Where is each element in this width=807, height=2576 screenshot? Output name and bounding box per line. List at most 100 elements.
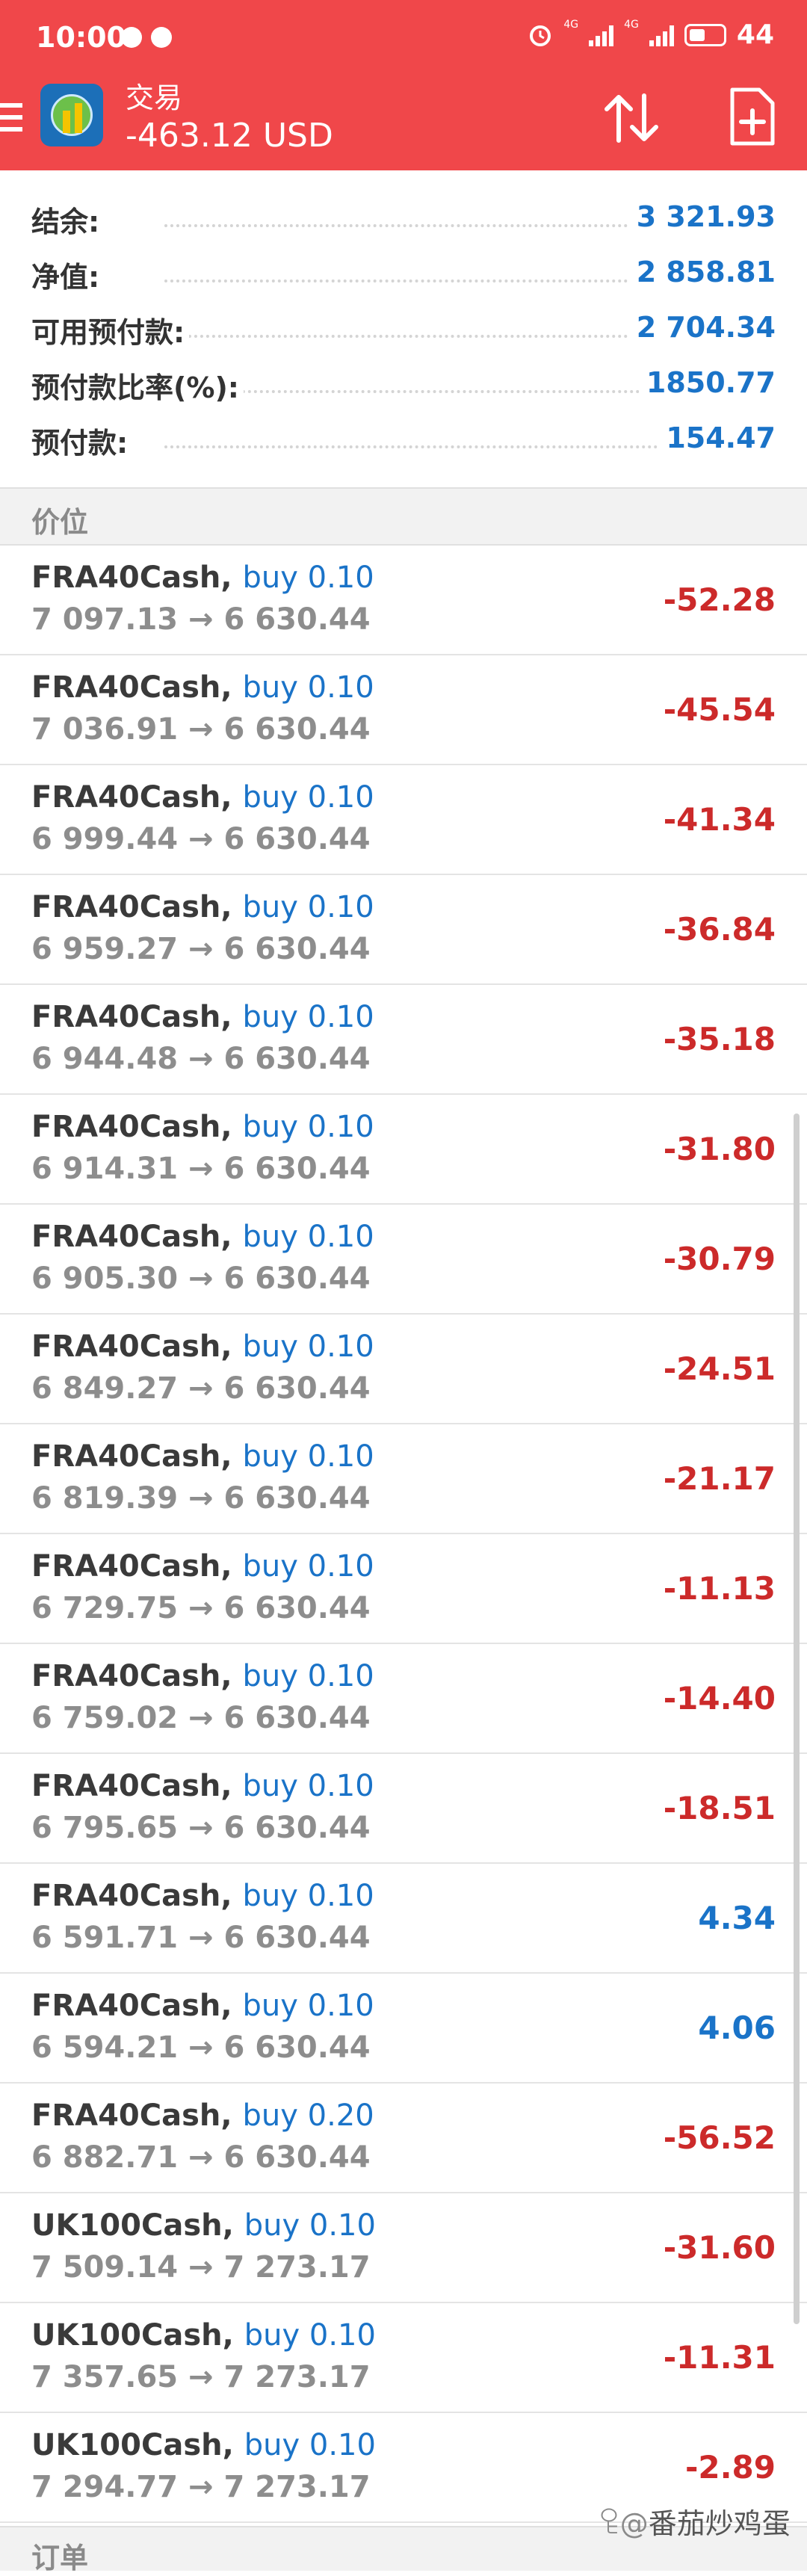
position-symbol: UK100Cash	[31, 2208, 223, 2243]
summary-label: 净值:	[31, 254, 105, 295]
summary-row-margin-level: 预付款比率(%): 1850.77	[0, 357, 807, 413]
position-side: buy 0.10	[242, 780, 374, 815]
new-order-icon[interactable]	[728, 87, 776, 146]
position-row[interactable]: FRA40Cash, buy 0.10 7 097.13 → 6 630.44 …	[0, 546, 807, 655]
position-symbol: FRA40Cash	[31, 1769, 221, 1803]
status-bar: 10:00 4G 4G 44	[0, 0, 807, 75]
sort-icon[interactable]	[598, 88, 665, 148]
position-profit: -45.54	[663, 691, 776, 728]
signal-icon	[589, 24, 614, 46]
status-indicators: 4G 4G 44	[528, 19, 774, 50]
summary-value: 2 704.34	[628, 311, 776, 344]
position-profit: 4.06	[698, 2010, 776, 2046]
position-row[interactable]: FRA40Cash, buy 0.10 6 759.02 → 6 630.44 …	[0, 1644, 807, 1754]
position-side: buy 0.10	[244, 2208, 376, 2243]
summary-value: 3 321.93	[628, 200, 776, 233]
position-prices: 7 294.77 → 7 273.17	[31, 2470, 371, 2504]
summary-value: 154.47	[658, 421, 776, 454]
position-prices: 6 999.44 → 6 630.44	[31, 822, 371, 856]
net2-label: 4G	[624, 19, 639, 31]
position-symbol: FRA40Cash	[31, 1220, 221, 1254]
app-logo	[40, 84, 103, 146]
position-symbol: FRA40Cash	[31, 670, 221, 705]
chat-bubble-icon	[121, 27, 142, 48]
position-row[interactable]: FRA40Cash, buy 0.10 6 999.44 → 6 630.44 …	[0, 765, 807, 875]
positions-section-header: 价位	[0, 487, 807, 546]
battery-icon	[684, 23, 726, 46]
position-row[interactable]: FRA40Cash, buy 0.10 6 959.27 → 6 630.44 …	[0, 875, 807, 985]
summary-row-free-margin: 可用预付款: 2 704.34	[0, 302, 807, 357]
alarm-icon	[530, 25, 551, 46]
position-prices: 6 729.75 → 6 630.44	[31, 1591, 371, 1625]
position-side: buy 0.10	[242, 1439, 374, 1474]
position-symbol: FRA40Cash	[31, 1110, 221, 1144]
watermark: ꄗ@番茄炒鸡蛋	[598, 2501, 791, 2542]
position-side: buy 0.10	[242, 560, 374, 595]
position-symbol: FRA40Cash	[31, 1329, 221, 1364]
position-profit: -18.51	[663, 1790, 776, 1826]
position-row[interactable]: UK100Cash, buy 0.10 7 509.14 → 7 273.17 …	[0, 2193, 807, 2303]
position-profit: -21.17	[663, 1460, 776, 1497]
position-row[interactable]: FRA40Cash, buy 0.10 6 944.48 → 6 630.44 …	[0, 985, 807, 1095]
watermark-logo-icon: ꄗ@	[598, 2507, 649, 2540]
position-row[interactable]: FRA40Cash, buy 0.10 6 591.71 → 6 630.44 …	[0, 1864, 807, 1974]
position-side: buy 0.20	[242, 2098, 374, 2133]
position-side: buy 0.10	[242, 1110, 374, 1144]
summary-row-balance: 结余: 3 321.93	[0, 191, 807, 247]
position-side: buy 0.10	[242, 1329, 374, 1364]
summary-label: 预付款比率(%):	[31, 365, 244, 406]
position-row[interactable]: FRA40Cash, buy 0.10 7 036.91 → 6 630.44 …	[0, 655, 807, 765]
position-row[interactable]: UK100Cash, buy 0.10 7 357.65 → 7 273.17 …	[0, 2303, 807, 2413]
position-row[interactable]: FRA40Cash, buy 0.10 6 594.21 → 6 630.44 …	[0, 1974, 807, 2084]
position-side: buy 0.10	[242, 1769, 374, 1803]
net1-label: 4G	[563, 19, 579, 31]
section-title: 价位	[31, 506, 89, 539]
position-profit: -52.28	[663, 581, 776, 618]
position-prices: 7 097.13 → 6 630.44	[31, 602, 371, 637]
position-row[interactable]: FRA40Cash, buy 0.10 6 795.65 → 6 630.44 …	[0, 1754, 807, 1864]
position-profit: -41.34	[663, 801, 776, 838]
menu-icon[interactable]	[0, 103, 22, 138]
summary-label: 结余:	[31, 199, 105, 240]
page-title: 交易	[126, 81, 183, 114]
summary-value: 2 858.81	[628, 256, 776, 288]
section-title: 订单	[31, 2542, 89, 2575]
position-symbol: UK100Cash	[31, 2428, 223, 2462]
position-profit: -35.18	[663, 1021, 776, 1057]
position-profit: -11.13	[663, 1570, 776, 1607]
position-prices: 6 959.27 → 6 630.44	[31, 932, 371, 966]
position-side: buy 0.10	[242, 1220, 374, 1254]
position-side: buy 0.10	[242, 1549, 374, 1584]
position-symbol: FRA40Cash	[31, 1659, 221, 1693]
position-profit: -2.89	[684, 2449, 776, 2486]
position-prices: 6 849.27 → 6 630.44	[31, 1371, 371, 1406]
position-profit: -30.79	[663, 1241, 776, 1277]
battery-level: 44	[736, 19, 774, 50]
position-profit: 4.34	[698, 1900, 776, 1936]
position-symbol: FRA40Cash	[31, 560, 221, 595]
position-prices: 6 591.71 → 6 630.44	[31, 1921, 371, 1955]
position-row[interactable]: FRA40Cash, buy 0.10 6 914.31 → 6 630.44 …	[0, 1095, 807, 1205]
position-prices: 6 759.02 → 6 630.44	[31, 1701, 371, 1735]
position-side: buy 0.10	[242, 1989, 374, 2023]
scrollbar[interactable]	[794, 1114, 800, 2324]
signal-icon-2	[649, 24, 674, 46]
position-side: buy 0.10	[244, 2318, 376, 2353]
position-row[interactable]: FRA40Cash, buy 0.10 6 819.39 → 6 630.44 …	[0, 1424, 807, 1534]
position-row[interactable]: FRA40Cash, buy 0.10 6 729.75 → 6 630.44 …	[0, 1534, 807, 1644]
position-side: buy 0.10	[244, 2428, 376, 2462]
position-prices: 7 036.91 → 6 630.44	[31, 712, 371, 747]
status-time: 10:00	[36, 21, 126, 54]
position-profit: -36.84	[663, 911, 776, 948]
position-side: buy 0.10	[242, 1000, 374, 1034]
app-bar: 交易 -463.12 USD	[0, 75, 807, 170]
position-profit: -31.80	[663, 1131, 776, 1167]
summary-row-margin: 预付款: 154.47	[0, 413, 807, 468]
position-symbol: FRA40Cash	[31, 1879, 221, 1913]
position-side: buy 0.10	[242, 1879, 374, 1913]
position-symbol: FRA40Cash	[31, 890, 221, 924]
position-row[interactable]: FRA40Cash, buy 0.10 6 905.30 → 6 630.44 …	[0, 1205, 807, 1315]
position-symbol: FRA40Cash	[31, 2098, 221, 2133]
position-row[interactable]: FRA40Cash, buy 0.10 6 849.27 → 6 630.44 …	[0, 1315, 807, 1424]
position-row[interactable]: FRA40Cash, buy 0.20 6 882.71 → 6 630.44 …	[0, 2084, 807, 2193]
